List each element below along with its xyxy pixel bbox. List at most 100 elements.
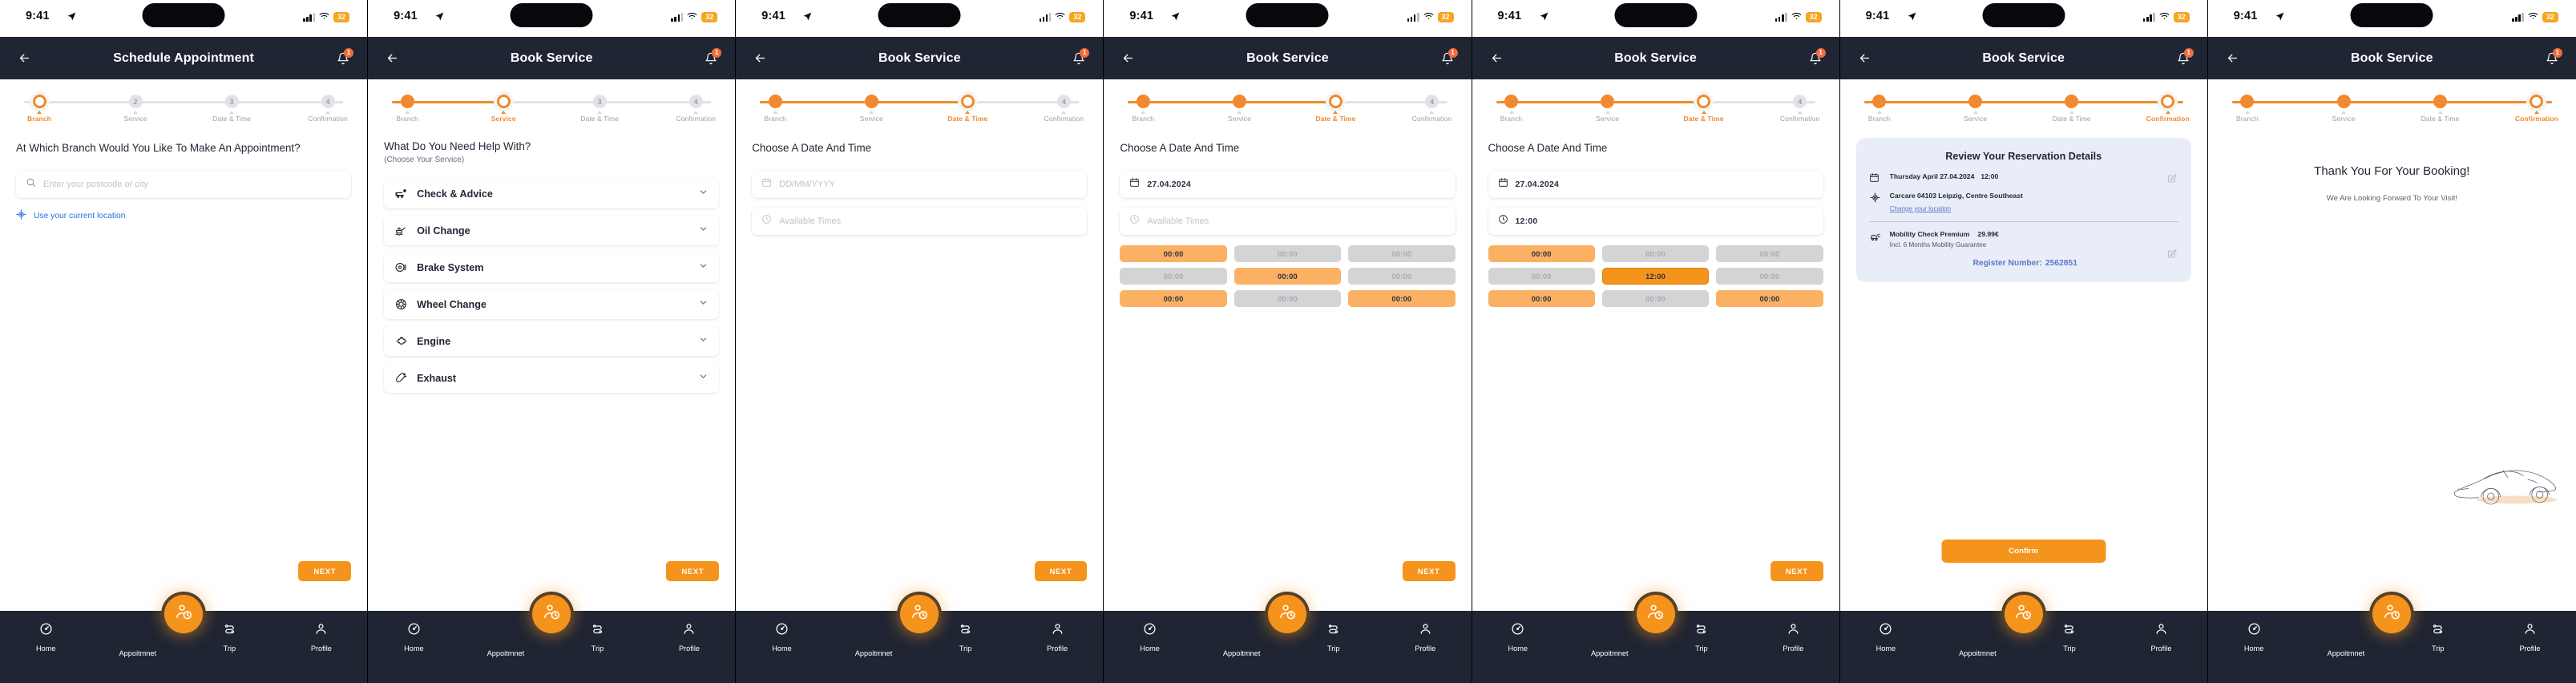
time-slot[interactable]: 00:00 bbox=[1120, 245, 1227, 263]
back-button[interactable] bbox=[18, 51, 31, 65]
time-slot[interactable]: 00:00 bbox=[1120, 268, 1227, 285]
confirm-button[interactable]: Confirm bbox=[1941, 540, 2106, 563]
time-input[interactable]: Available Times bbox=[752, 208, 1088, 236]
service-item[interactable]: Engine bbox=[384, 326, 720, 357]
change-location-link[interactable]: Change your location bbox=[1890, 205, 1952, 212]
tab-home[interactable]: Home bbox=[1472, 622, 1565, 653]
stepper-node-branch[interactable]: Branch bbox=[1488, 95, 1535, 123]
stepper-node-date-time[interactable]: 3 Date & Time bbox=[576, 95, 623, 123]
appointment-fab-button[interactable] bbox=[532, 595, 571, 633]
service-item[interactable]: Wheel Change bbox=[384, 289, 720, 320]
date-input[interactable]: 27.04.2024 bbox=[1488, 171, 1823, 199]
time-slot[interactable]: 00:00 bbox=[1233, 268, 1342, 285]
time-input[interactable]: 12:00 bbox=[1488, 208, 1823, 236]
notifications-button[interactable]: 1 bbox=[1072, 47, 1090, 65]
appointment-fab-button[interactable] bbox=[1636, 595, 1675, 633]
stepper-node-confirmation[interactable]: 4 Confirmation bbox=[672, 95, 719, 123]
stepper-node-service[interactable]: Service bbox=[480, 95, 527, 123]
stepper-node-confirmation[interactable]: 4 Confirmation bbox=[1040, 95, 1087, 123]
tab-home[interactable]: Home bbox=[368, 622, 460, 653]
appointment-fab-button[interactable] bbox=[2004, 595, 2043, 633]
time-slot[interactable]: 00:00 bbox=[1233, 245, 1342, 263]
time-slot[interactable]: 12:00 bbox=[1601, 268, 1710, 285]
stepper-node-branch[interactable]: Branch bbox=[16, 95, 63, 123]
back-button[interactable] bbox=[2226, 51, 2239, 65]
tab-profile[interactable]: Profile bbox=[1747, 622, 1839, 653]
stepper-node-confirmation[interactable]: 4 Confirmation bbox=[1777, 95, 1823, 123]
notifications-button[interactable]: 1 bbox=[2177, 47, 2194, 65]
time-slot[interactable]: 00:00 bbox=[1348, 268, 1456, 285]
chevron-down-icon[interactable] bbox=[698, 371, 709, 386]
time-slot[interactable]: 00:00 bbox=[1348, 245, 1456, 263]
stepper-node-branch[interactable]: Branch bbox=[1856, 95, 1903, 123]
stepper-node-date-time[interactable]: Date & Time bbox=[944, 95, 991, 123]
time-input[interactable]: Available Times bbox=[1120, 208, 1456, 236]
tab-profile[interactable]: Profile bbox=[276, 622, 368, 653]
date-input[interactable]: DD/MM/YYYY bbox=[752, 171, 1088, 199]
stepper-node-service[interactable]: 2 Service bbox=[112, 95, 159, 123]
tab-profile[interactable]: Profile bbox=[2484, 622, 2576, 653]
date-input[interactable]: 27.04.2024 bbox=[1120, 171, 1456, 199]
service-item[interactable]: Brake System bbox=[384, 253, 720, 283]
appointment-fab-button[interactable] bbox=[1268, 595, 1307, 633]
service-item[interactable]: Oil Change bbox=[384, 216, 720, 246]
stepper-node-service[interactable]: Service bbox=[1585, 95, 1631, 123]
search-input[interactable]: Enter your postcode or city bbox=[16, 171, 352, 199]
edit-icon[interactable] bbox=[2167, 173, 2177, 188]
tab-home[interactable]: Home bbox=[736, 622, 828, 653]
time-slot[interactable]: 00:00 bbox=[1488, 290, 1595, 308]
chevron-down-icon[interactable] bbox=[698, 297, 709, 312]
appointment-fab-button[interactable] bbox=[2372, 595, 2412, 633]
stepper-node-confirmation[interactable]: Confirmation bbox=[2145, 95, 2191, 123]
stepper-node-service[interactable]: Service bbox=[2320, 95, 2367, 123]
stepper-node-date-time[interactable]: 3 Date & Time bbox=[208, 95, 255, 123]
service-item[interactable]: Check & Advice bbox=[384, 179, 720, 209]
tab-profile[interactable]: Profile bbox=[1379, 622, 1472, 653]
time-slot[interactable]: 00:00 bbox=[1120, 290, 1227, 308]
time-slot[interactable]: 00:00 bbox=[1601, 290, 1710, 308]
next-button[interactable]: NEXT bbox=[1770, 561, 1823, 581]
time-slot[interactable]: 00:00 bbox=[1233, 290, 1342, 308]
stepper-node-date-time[interactable]: Date & Time bbox=[1312, 95, 1359, 123]
notifications-button[interactable]: 1 bbox=[1809, 47, 1826, 65]
stepper-node-branch[interactable]: Branch bbox=[2224, 95, 2271, 123]
tab-profile[interactable]: Profile bbox=[2115, 622, 2207, 653]
notifications-button[interactable]: 1 bbox=[337, 47, 354, 65]
tab-home[interactable]: Home bbox=[1840, 622, 1932, 653]
stepper-node-confirmation[interactable]: Confirmation bbox=[2513, 95, 2560, 123]
stepper-node-branch[interactable]: Branch bbox=[752, 95, 798, 123]
edit-icon[interactable] bbox=[2167, 249, 2177, 263]
tab-home[interactable]: Home bbox=[1104, 622, 1196, 653]
time-slot[interactable]: 00:00 bbox=[1716, 268, 1823, 285]
tab-home[interactable]: Home bbox=[2208, 622, 2300, 653]
stepper-node-date-time[interactable]: Date & Time bbox=[1681, 95, 1727, 123]
stepper-node-service[interactable]: Service bbox=[1216, 95, 1262, 123]
back-button[interactable] bbox=[1490, 51, 1504, 65]
stepper-node-date-time[interactable]: Date & Time bbox=[2417, 95, 2464, 123]
time-slot[interactable]: 00:00 bbox=[1488, 245, 1595, 263]
tab-home[interactable]: Home bbox=[0, 622, 92, 653]
stepper-node-service[interactable]: Service bbox=[1952, 95, 1999, 123]
back-button[interactable] bbox=[1858, 51, 1871, 65]
appointment-fab-button[interactable] bbox=[164, 595, 204, 633]
stepper-node-service[interactable]: Service bbox=[848, 95, 894, 123]
service-item[interactable]: Exhaust bbox=[384, 363, 720, 394]
tab-profile[interactable]: Profile bbox=[1011, 622, 1104, 653]
chevron-down-icon[interactable] bbox=[698, 224, 709, 238]
use-current-location-link[interactable]: Use your current location bbox=[16, 209, 351, 222]
tab-profile[interactable]: Profile bbox=[644, 622, 736, 653]
stepper-node-confirmation[interactable]: 4 Confirmation bbox=[305, 95, 351, 123]
time-slot[interactable]: 00:00 bbox=[1348, 290, 1456, 308]
time-slot[interactable]: 00:00 bbox=[1716, 245, 1823, 263]
back-button[interactable] bbox=[386, 51, 399, 65]
notifications-button[interactable]: 1 bbox=[1441, 47, 1458, 65]
notifications-button[interactable]: 1 bbox=[705, 47, 722, 65]
chevron-down-icon[interactable] bbox=[698, 187, 709, 201]
stepper-node-confirmation[interactable]: 4 Confirmation bbox=[1408, 95, 1455, 123]
chevron-down-icon[interactable] bbox=[698, 334, 709, 349]
next-button[interactable]: NEXT bbox=[298, 561, 352, 581]
next-button[interactable]: NEXT bbox=[666, 561, 720, 581]
back-button[interactable] bbox=[753, 51, 767, 65]
time-slot[interactable]: 00:00 bbox=[1488, 268, 1595, 285]
notifications-button[interactable]: 1 bbox=[2546, 47, 2562, 65]
